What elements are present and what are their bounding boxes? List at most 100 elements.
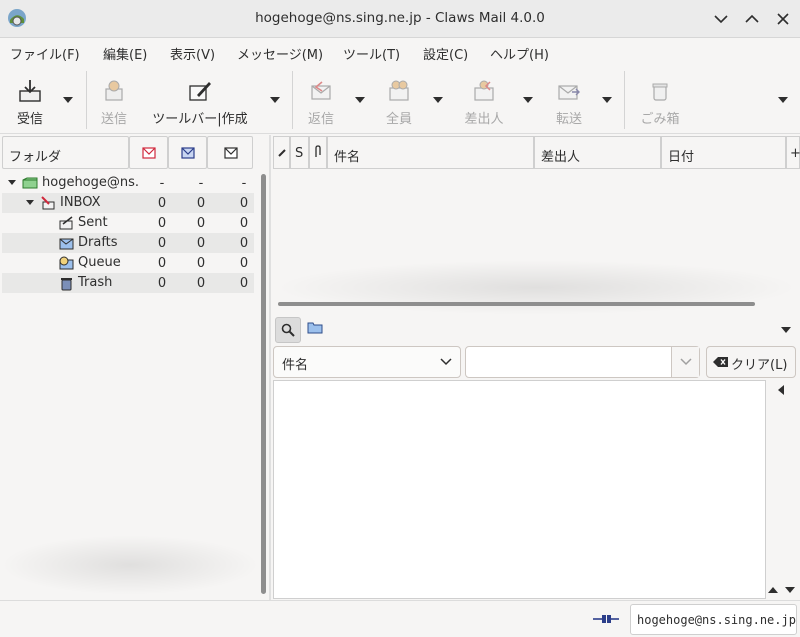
- receive-dropdown-arrow[interactable]: [63, 97, 73, 103]
- minimize-icon[interactable]: [710, 8, 732, 30]
- pencil-mark-icon: [278, 149, 286, 157]
- pane-divider[interactable]: [269, 135, 271, 600]
- search-history-dropdown[interactable]: [671, 347, 699, 377]
- compose-dropdown-arrow[interactable]: [270, 97, 280, 103]
- subject-column-label: 件名: [334, 150, 361, 165]
- total-count-column-header[interactable]: [207, 136, 253, 169]
- search-input[interactable]: [465, 346, 700, 378]
- magnifier-icon: [281, 323, 295, 337]
- reply-icon: [311, 81, 331, 100]
- folder-new-count: -: [159, 176, 165, 191]
- date-column-label: 日付: [668, 150, 695, 165]
- trash-folder-icon: [61, 278, 72, 291]
- new-count-column-header[interactable]: [129, 136, 168, 169]
- menu-view[interactable]: 表示(V): [170, 44, 215, 63]
- from-column-header[interactable]: 差出人: [534, 136, 661, 169]
- reply-dropdown-arrow[interactable]: [355, 97, 365, 103]
- toolbar-separator: [292, 71, 293, 129]
- compose-icon: [189, 82, 211, 101]
- toolbar-separator: [624, 71, 625, 129]
- menu-edit[interactable]: 編集(E): [103, 44, 147, 63]
- receive-button[interactable]: 受信: [8, 74, 52, 127]
- more-columns-header[interactable]: +: [786, 136, 800, 169]
- online-connection-icon[interactable]: [592, 612, 620, 626]
- folder-new-count: 0: [157, 256, 167, 271]
- drafts-folder-icon: [59, 238, 74, 250]
- folder-name: Sent: [78, 215, 108, 230]
- from-column-label: 差出人: [541, 150, 581, 165]
- folder-unread-count: 0: [196, 236, 206, 251]
- inbox-icon: [41, 196, 55, 210]
- folder-row-trash[interactable]: Trash 0 0 0: [2, 273, 254, 293]
- message-list-shadow: [273, 260, 800, 315]
- forward-icon: [558, 85, 580, 100]
- scroll-up-icon[interactable]: [768, 586, 778, 594]
- collapse-left-icon[interactable]: [777, 385, 785, 395]
- account-selector[interactable]: hogehoge@ns.sing.ne.jp: [630, 604, 797, 635]
- folder-row-sent[interactable]: Sent 0 0 0: [2, 213, 254, 233]
- folder-pane-scrollbar[interactable]: [261, 174, 266, 594]
- folder-new-count: 0: [157, 196, 167, 211]
- folder-row-queue[interactable]: Queue 0 0 0: [2, 253, 254, 273]
- reply-all-icon: [389, 80, 409, 101]
- menu-message[interactable]: メッセージ(M): [237, 44, 323, 63]
- folder-row-drafts[interactable]: Drafts 0 0 0: [2, 233, 254, 253]
- attachment-column-header[interactable]: [309, 136, 327, 169]
- message-list-scrollbar[interactable]: [278, 302, 755, 306]
- reply-label: 返信: [307, 112, 334, 127]
- sent-folder-icon: [59, 216, 73, 230]
- folder-row-inbox[interactable]: INBOX 0 0 0: [2, 193, 254, 213]
- paperclip-icon: [315, 145, 321, 157]
- maximize-icon[interactable]: [741, 8, 763, 30]
- trash-button[interactable]: ごみ箱: [636, 74, 684, 127]
- send-button[interactable]: 送信: [94, 74, 134, 127]
- menu-settings[interactable]: 設定(C): [423, 44, 468, 63]
- folder-total-count: -: [241, 176, 247, 191]
- reply-sender-button[interactable]: 差出人: [458, 74, 510, 127]
- folder-row-account[interactable]: hogehoge@ns. - - -: [2, 173, 254, 193]
- toolbar-separator: [86, 71, 87, 129]
- folder-name: hogehoge@ns.: [42, 175, 140, 190]
- search-options-arrow[interactable]: [781, 327, 791, 333]
- new-mail-icon: [142, 147, 156, 159]
- trash-label: ごみ箱: [640, 112, 680, 127]
- expander-icon[interactable]: [26, 200, 34, 205]
- search-type-select[interactable]: 件名: [273, 346, 461, 378]
- folder-tree: hogehoge@ns. - - - INBOX 0 0 0 Sent 0 0 …: [2, 173, 254, 293]
- expander-icon[interactable]: [8, 180, 16, 185]
- compose-button[interactable]: ツールバー|作成: [146, 74, 254, 127]
- mark-column-header[interactable]: [273, 136, 290, 169]
- folder-name: Drafts: [78, 235, 118, 250]
- reply-all-dropdown-arrow[interactable]: [433, 97, 443, 103]
- close-icon[interactable]: [772, 8, 794, 30]
- reply-sender-dropdown-arrow[interactable]: [523, 97, 533, 103]
- toolbar-overflow-arrow[interactable]: [778, 97, 788, 103]
- unread-count-column-header[interactable]: [168, 136, 207, 169]
- folder-unread-count: 0: [196, 196, 206, 211]
- more-columns-label: +: [790, 146, 800, 161]
- status-column-header[interactable]: S: [290, 136, 309, 169]
- quick-search-toggle-button[interactable]: [275, 317, 301, 343]
- menu-tools[interactable]: ツール(T): [343, 44, 400, 63]
- folder-name: INBOX: [60, 195, 101, 210]
- reply-button[interactable]: 返信: [300, 74, 342, 127]
- scroll-down-icon[interactable]: [785, 586, 795, 594]
- mailbox-icon: [22, 177, 38, 189]
- reply-sender-icon: [474, 80, 494, 101]
- reply-all-button[interactable]: 全員: [378, 74, 420, 127]
- date-column-header[interactable]: 日付: [661, 136, 786, 169]
- inbox-download-icon: [19, 80, 41, 102]
- search-folder-icon[interactable]: [307, 320, 323, 334]
- folder-total-count: 0: [239, 236, 249, 251]
- folder-column-header[interactable]: フォルダ: [2, 136, 129, 169]
- menu-file[interactable]: ファイル(F): [10, 44, 80, 63]
- folder-unread-count: -: [198, 176, 204, 191]
- forward-dropdown-arrow[interactable]: [602, 97, 612, 103]
- quick-search-bar: 件名 クリア(L): [273, 312, 800, 382]
- folder-unread-count: 0: [196, 256, 206, 271]
- clear-button[interactable]: クリア(L): [706, 346, 796, 378]
- forward-button[interactable]: 転送: [548, 74, 590, 127]
- trash-can-icon: [652, 83, 668, 101]
- menu-help[interactable]: ヘルプ(H): [490, 44, 549, 63]
- subject-column-header[interactable]: 件名: [327, 136, 534, 169]
